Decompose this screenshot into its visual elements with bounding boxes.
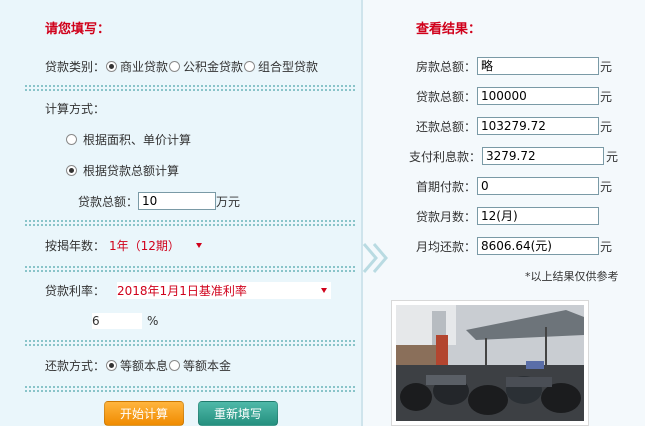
radio-calc-by-area[interactable] bbox=[66, 133, 77, 145]
loan-total-label: 贷款总额： bbox=[78, 194, 139, 209]
result-label-interest: 支付利息款： bbox=[408, 150, 481, 164]
separator bbox=[25, 386, 355, 388]
loan-type-commercial-label[interactable]: 商业贷款 bbox=[120, 58, 168, 75]
loan-type-provident-label[interactable]: 公积金贷款 bbox=[183, 58, 243, 75]
result-months: 12(月) bbox=[477, 207, 599, 225]
separator bbox=[25, 340, 355, 342]
years-value: 1年（12期） bbox=[109, 238, 180, 253]
rate-label: 贷款利率： bbox=[45, 283, 106, 298]
input-title: 请您填写： bbox=[45, 22, 111, 37]
result-unit: 元 bbox=[606, 150, 619, 164]
calc-method-label: 计算方式： bbox=[45, 101, 106, 116]
repay-equal-principal-label[interactable]: 等额本金 bbox=[183, 357, 231, 374]
radio-provident-fund[interactable] bbox=[169, 60, 181, 72]
loan-type-combined-label[interactable]: 组合型贷款 bbox=[258, 58, 318, 75]
chevron-down-icon bbox=[195, 242, 202, 248]
separator bbox=[25, 224, 355, 226]
years-label: 按揭年数： bbox=[45, 238, 106, 253]
separator bbox=[25, 220, 355, 222]
result-title: 查看结果： bbox=[416, 22, 482, 37]
rate-row: 贷款利率： 2018年1月1日基准利率 bbox=[45, 281, 332, 299]
result-label-down-payment: 首期付款： bbox=[415, 180, 476, 194]
loan-type-label: 贷款类别： bbox=[45, 59, 106, 74]
motorcycle-parking-image bbox=[396, 305, 584, 421]
result-unit: 元 bbox=[600, 60, 613, 74]
calc-by-total-label[interactable]: 根据贷款总额计算 bbox=[83, 162, 179, 179]
result-loan-total: 100000 bbox=[477, 87, 599, 105]
radio-combined[interactable] bbox=[244, 60, 256, 72]
result-unit: 元 bbox=[600, 120, 613, 134]
rate-number-input[interactable]: 6 bbox=[92, 313, 142, 329]
calc-by-area-row[interactable]: 根据面积、单价计算 bbox=[65, 130, 191, 148]
radio-commercial[interactable] bbox=[106, 60, 118, 72]
result-repay-total: 103279.72 bbox=[477, 117, 599, 135]
result-label-house-total: 房款总额： bbox=[415, 60, 476, 74]
result-unit: 元 bbox=[600, 90, 613, 104]
start-calc-button[interactable]: 开始计算 bbox=[104, 401, 184, 426]
separator bbox=[25, 89, 355, 91]
separator bbox=[25, 85, 355, 87]
chevron-down-icon bbox=[321, 287, 328, 293]
result-label-months: 贷款月数： bbox=[415, 210, 476, 224]
years-select[interactable]: 1年（12期） bbox=[109, 237, 202, 254]
rate-unit: % bbox=[147, 314, 159, 328]
rate-value: 2018年1月1日基准利率 bbox=[117, 283, 247, 298]
separator bbox=[25, 390, 355, 392]
result-label-loan-total: 贷款总额： bbox=[415, 90, 476, 104]
calc-by-total-row[interactable]: 根据贷款总额计算 bbox=[65, 161, 179, 179]
loan-total-row: 贷款总额： 10 万元 bbox=[78, 192, 240, 210]
rate-number-row: 6 % bbox=[92, 312, 158, 330]
divider bbox=[362, 0, 363, 426]
reset-button[interactable]: 重新填写 bbox=[198, 401, 278, 426]
calc-method-row: 计算方式： bbox=[45, 99, 105, 117]
radio-calc-by-total[interactable] bbox=[66, 164, 77, 176]
separator bbox=[25, 270, 355, 272]
repay-equal-installment-label[interactable]: 等额本息 bbox=[120, 357, 168, 374]
result-down-payment: 0 bbox=[477, 177, 599, 195]
repay-label: 还款方式： bbox=[45, 358, 106, 373]
loan-type-row: 贷款类别： 商业贷款 公积金贷款 组合型贷款 bbox=[45, 57, 318, 75]
result-interest: 3279.72 bbox=[482, 147, 604, 165]
result-label-repay-total: 还款总额： bbox=[415, 120, 476, 134]
result-unit: 元 bbox=[600, 180, 613, 194]
radio-equal-principal[interactable] bbox=[169, 359, 181, 371]
advert-photo[interactable] bbox=[391, 300, 589, 426]
result-monthly: 8606.64(元) bbox=[477, 237, 599, 255]
separator bbox=[25, 266, 355, 268]
calc-by-area-label[interactable]: 根据面积、单价计算 bbox=[83, 131, 191, 148]
result-note: *以上结果仅供参考 bbox=[525, 270, 619, 283]
result-unit: 元 bbox=[600, 240, 613, 254]
result-label-monthly: 月均还款： bbox=[415, 240, 476, 254]
loan-total-input[interactable]: 10 bbox=[138, 192, 217, 210]
separator bbox=[25, 344, 355, 346]
years-row: 按揭年数： 1年（12期） bbox=[45, 236, 202, 254]
repay-row: 还款方式： 等额本息 等额本金 bbox=[45, 356, 231, 374]
radio-equal-installment[interactable] bbox=[106, 359, 118, 371]
loan-total-unit: 万元 bbox=[216, 194, 241, 209]
result-house-total: 略 bbox=[477, 57, 599, 75]
rate-select[interactable]: 2018年1月1日基准利率 bbox=[117, 281, 332, 299]
